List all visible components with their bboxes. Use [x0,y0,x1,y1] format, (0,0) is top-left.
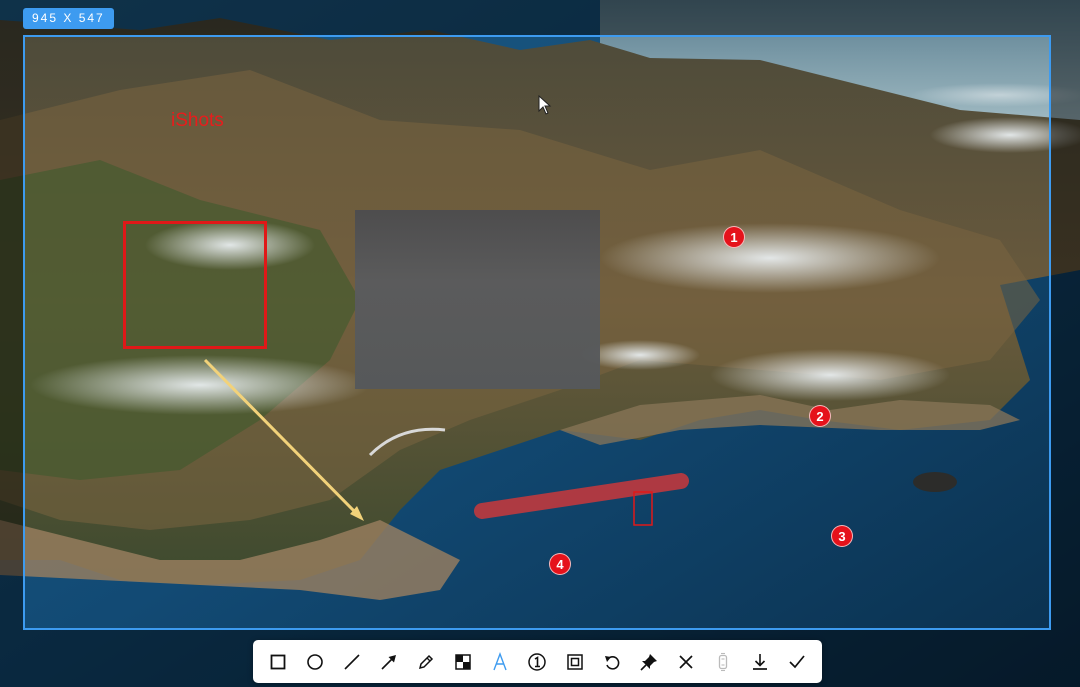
save-button[interactable] [746,647,774,677]
arrow-tool[interactable] [375,647,403,677]
download-icon [753,653,768,670]
pin-icon [640,653,657,671]
text-tool[interactable] [486,647,514,677]
confirm-button[interactable] [783,647,811,677]
square-icon [270,654,285,669]
scroll-capture-icon [718,652,728,671]
arrow-annotation[interactable] [203,358,364,521]
number-marker-1[interactable]: 1 [723,226,745,248]
checkmark-icon [789,654,805,668]
number-marker-3[interactable]: 3 [831,525,853,547]
numbered-circle-icon [528,652,547,671]
ellipse-tool[interactable] [301,647,329,677]
line-icon [344,653,360,670]
circle-icon [306,653,323,670]
blur-frame-icon [566,653,583,670]
ocr-button[interactable] [709,647,737,677]
annotation-toolbar [253,640,822,683]
small-rectangle-annotation[interactable] [633,491,653,526]
undo-icon [604,655,620,670]
highlighter-stroke-annotation[interactable] [474,473,689,519]
close-icon [679,654,693,669]
number-marker-4[interactable]: 4 [549,553,571,575]
blur-tool[interactable] [561,647,589,677]
text-icon [493,651,507,670]
undo-button[interactable] [598,647,626,677]
mosaic-tool[interactable] [449,647,477,677]
number-marker-2[interactable]: 2 [809,405,831,427]
mouse-cursor-icon [538,95,552,115]
arrow-icon [381,654,396,670]
cancel-button[interactable] [672,647,700,677]
pencil-icon [419,654,434,669]
pin-button[interactable] [635,647,663,677]
number-tool[interactable] [523,647,551,677]
line-tool[interactable] [338,647,366,677]
pencil-tool[interactable] [412,647,440,677]
rectangle-tool[interactable] [264,647,292,677]
mosaic-icon [455,653,471,670]
